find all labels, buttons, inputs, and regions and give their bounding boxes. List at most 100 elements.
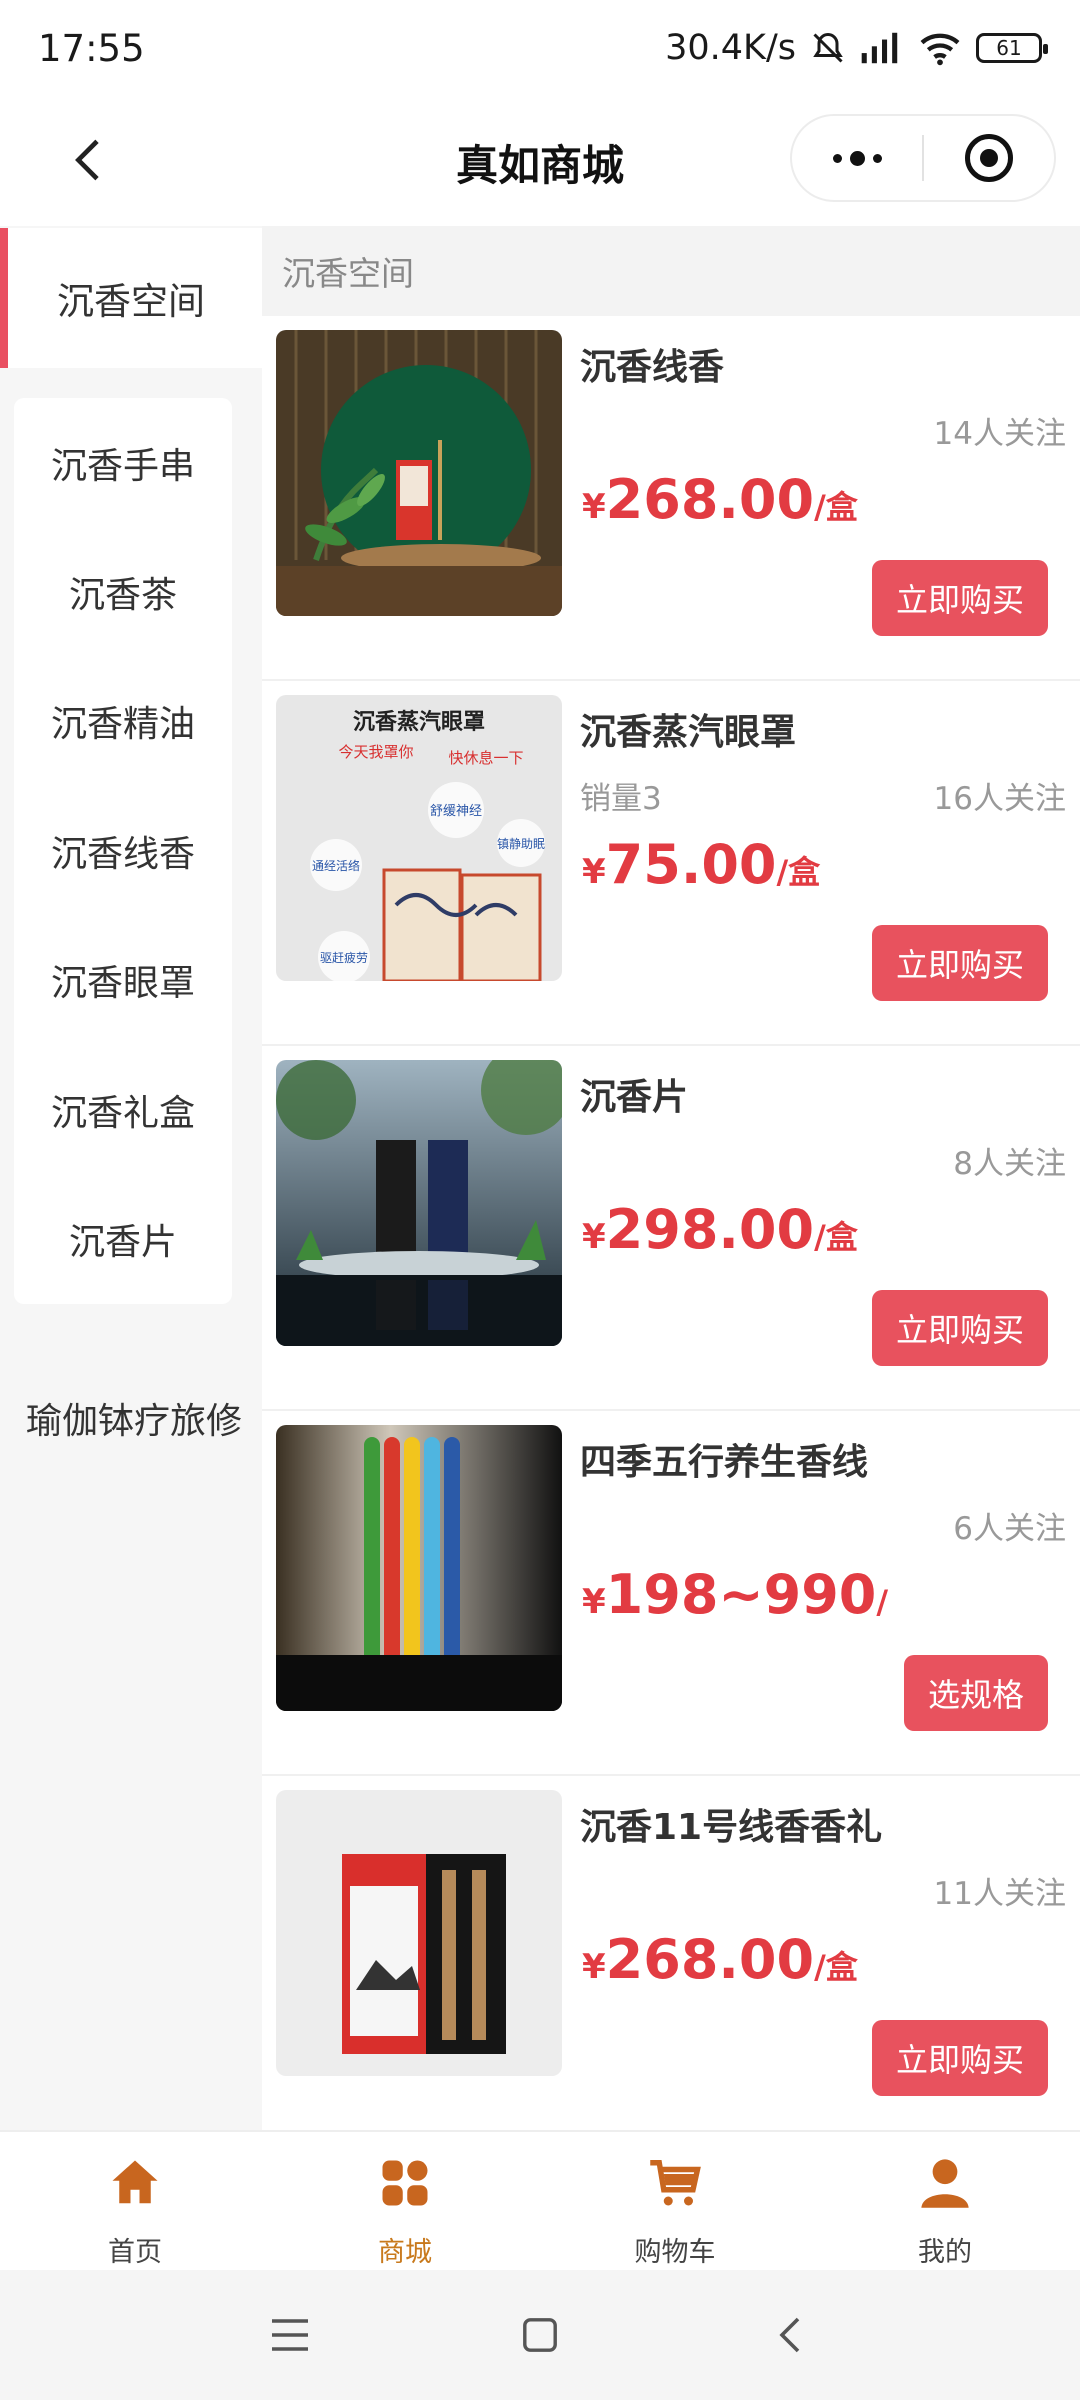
- sidebar-item-yoga[interactable]: 瑜伽钵疗旅修: [24, 1394, 244, 1450]
- status-time: 17:55: [38, 26, 145, 70]
- mute-icon: [813, 32, 843, 63]
- sidebar-subitem[interactable]: 沉香线香: [14, 786, 232, 915]
- grid-icon: [382, 2160, 428, 2206]
- tab-profile[interactable]: 我的: [810, 2132, 1080, 2270]
- bottom-tab-bar: 首页 商城 购物车 我的: [0, 2130, 1080, 2270]
- product-followers: 16人关注: [933, 781, 1066, 817]
- buy-now-button[interactable]: 立即购买: [871, 560, 1048, 636]
- buy-now-button[interactable]: 立即购买: [871, 2020, 1048, 2096]
- product-price: ¥75.00/盒: [582, 833, 820, 896]
- currency-symbol: ¥: [582, 1217, 606, 1257]
- mini-program-capsule: [790, 114, 1056, 202]
- image-bubble: 驱赶疲劳: [320, 950, 368, 965]
- price-unit: /: [876, 1583, 889, 1621]
- battery-icon: 61: [976, 33, 1048, 63]
- price-unit: /盒: [776, 853, 821, 891]
- product-followers: 14人关注: [933, 416, 1066, 452]
- product-name: 沉香11号线香香礼: [580, 1807, 883, 1848]
- status-indicators: 30.4K/s 61: [665, 28, 1048, 68]
- nav-bar: 真如商城: [0, 96, 1080, 226]
- currency-symbol: ¥: [582, 852, 606, 892]
- signal-icon: [861, 32, 898, 64]
- sidebar-subitem[interactable]: 沉香手串: [14, 398, 232, 527]
- price-value: 298.00: [605, 1198, 815, 1261]
- price-unit: /盒: [814, 1218, 858, 1256]
- product-price: ¥268.00/盒: [582, 468, 858, 531]
- tab-mall[interactable]: 商城: [270, 2132, 540, 2270]
- sidebar-subcategory-list: 沉香手串 沉香茶 沉香精油 沉香线香 沉香眼罩 沉香礼盒 沉香片: [14, 398, 232, 1304]
- product-followers: 8人关注: [953, 1146, 1066, 1182]
- product-image[interactable]: [276, 1425, 562, 1711]
- sidebar-subitem[interactable]: 沉香片: [14, 1174, 232, 1303]
- product-card[interactable]: 沉香片 8人关注 ¥298.00/盒 立即购买: [262, 1046, 1080, 1411]
- price-unit: /盒: [814, 1948, 858, 1986]
- image-slogan: 今天我罩你: [338, 743, 413, 761]
- system-nav-bar: [0, 2270, 1080, 2400]
- tab-label: 首页: [108, 2237, 162, 2268]
- image-slogan: 快休息一下: [448, 749, 523, 767]
- select-spec-button[interactable]: 选规格: [903, 1655, 1048, 1731]
- product-image[interactable]: [276, 330, 562, 616]
- product-followers: 11人关注: [933, 1876, 1066, 1912]
- product-card[interactable]: 沉香线香 14人关注 ¥268.00/盒 立即购买: [262, 316, 1080, 681]
- wifi-icon: [920, 33, 960, 66]
- image-title: 沉香蒸汽眼罩: [353, 709, 485, 735]
- square-icon: [523, 2318, 557, 2352]
- tab-cart[interactable]: 购物车: [540, 2132, 810, 2270]
- back-nav-button[interactable]: [765, 2310, 815, 2360]
- more-icon: [832, 150, 882, 166]
- close-program-button[interactable]: [924, 116, 1054, 200]
- sidebar-subitem[interactable]: 沉香礼盒: [14, 1045, 232, 1174]
- menu-nav-button[interactable]: [265, 2310, 315, 2360]
- more-button[interactable]: [792, 116, 922, 200]
- product-name: 沉香线香: [580, 347, 725, 388]
- product-card[interactable]: 沉香11号线香香礼 11人关注 ¥268.00/盒 立即购买: [262, 1776, 1080, 2141]
- currency-symbol: ¥: [582, 1947, 606, 1987]
- product-image[interactable]: [276, 1790, 562, 2076]
- price-value: 268.00: [605, 1928, 815, 1991]
- tab-label: 商城: [378, 2237, 432, 2268]
- image-bubble: 镇静助眠: [497, 837, 545, 851]
- sidebar-subitem[interactable]: 沉香茶: [14, 527, 232, 656]
- menu-icon: [272, 2319, 308, 2351]
- price-value: 75.00: [605, 833, 777, 896]
- target-icon: [965, 134, 1013, 182]
- product-followers: 6人关注: [953, 1511, 1066, 1547]
- network-speed: 30.4K/s: [665, 28, 796, 68]
- tab-label: 购物车: [634, 2237, 716, 2268]
- battery-level: 61: [996, 36, 1022, 60]
- tab-home[interactable]: 首页: [0, 2132, 270, 2270]
- sidebar-subitem[interactable]: 沉香精油: [14, 657, 232, 786]
- tab-label: 我的: [918, 2237, 972, 2268]
- product-price: ¥268.00/盒: [582, 1928, 858, 1991]
- price-value: 268.00: [605, 468, 815, 531]
- buy-now-button[interactable]: 立即购买: [871, 925, 1048, 1001]
- product-card[interactable]: 四季五行养生香线 6人关注 ¥198~990/ 选规格: [262, 1411, 1080, 1776]
- price-unit: /盒: [814, 488, 858, 526]
- back-arrow-icon: [779, 2317, 800, 2353]
- currency-symbol: ¥: [582, 487, 606, 527]
- product-name: 四季五行养生香线: [580, 1442, 869, 1483]
- currency-symbol: ¥: [582, 1582, 606, 1622]
- image-bubble: 舒缓神经: [430, 804, 482, 819]
- product-price: ¥298.00/盒: [582, 1198, 858, 1261]
- home-icon: [112, 2160, 158, 2204]
- product-list-panel: 沉香空间 沉香线香 14人关注 ¥268.00/盒 立即购买 沉香蒸汽眼罩 今天…: [262, 226, 1080, 2130]
- status-bar: 17:55 30.4K/s 61: [0, 0, 1080, 96]
- user-icon: [921, 2159, 969, 2208]
- product-sales: 销量3: [580, 781, 662, 817]
- product-name: 沉香片: [580, 1077, 689, 1118]
- product-price: ¥198~990/: [582, 1563, 888, 1626]
- sidebar-subitem[interactable]: 沉香眼罩: [14, 916, 232, 1045]
- section-header: 沉香空间: [262, 226, 1080, 316]
- product-name: 沉香蒸汽眼罩: [580, 712, 797, 753]
- image-bubble: 通经活络: [312, 858, 360, 873]
- price-value: 198~990: [605, 1563, 877, 1626]
- product-image[interactable]: 沉香蒸汽眼罩 今天我罩你 快休息一下 舒缓神经 通经活络 镇静助眠 驱赶疲劳: [276, 695, 562, 981]
- category-sidebar: 沉香空间 沉香手串 沉香茶 沉香精油 沉香线香 沉香眼罩 沉香礼盒 沉香片 瑜伽…: [0, 226, 262, 2130]
- buy-now-button[interactable]: 立即购买: [871, 1290, 1048, 1366]
- product-image[interactable]: [276, 1060, 562, 1346]
- sidebar-item-active[interactable]: 沉香空间: [0, 228, 262, 368]
- product-card[interactable]: 沉香蒸汽眼罩 今天我罩你 快休息一下 舒缓神经 通经活络 镇静助眠 驱赶疲劳 沉…: [262, 681, 1080, 1046]
- home-nav-button[interactable]: [515, 2310, 565, 2360]
